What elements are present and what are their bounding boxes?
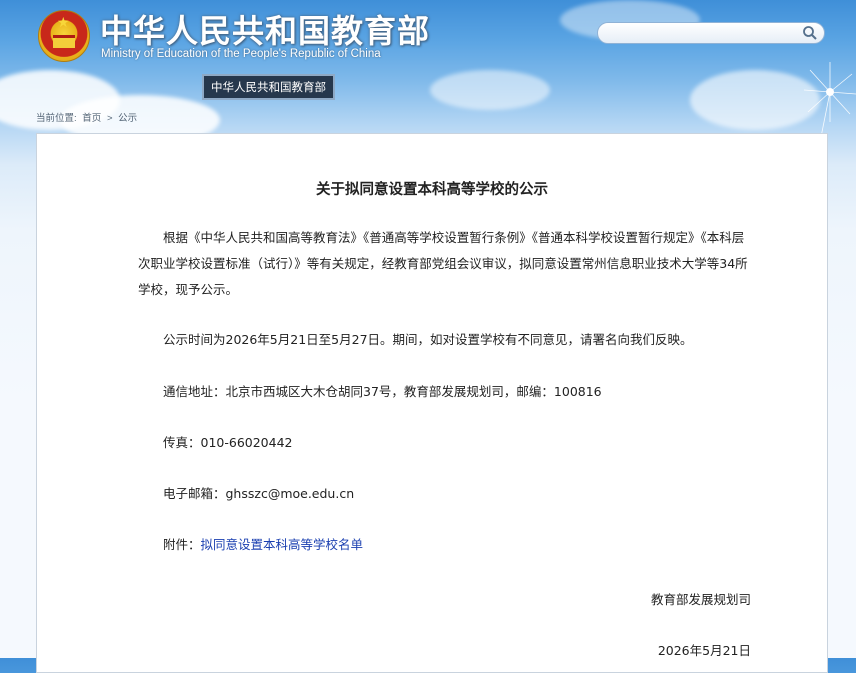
article-signature: 教育部发展规划司 <box>650 592 751 607</box>
article-intro: 根据《中华人民共和国高等教育法》《普通高等学校设置暂行条例》《普通本科学校设置暂… <box>138 230 748 297</box>
site-subtitle: Ministry of Education of the People's Re… <box>101 48 381 60</box>
attachment-label: 附件： <box>138 537 201 552</box>
breadcrumb: 当前位置: 首页 > 公示 <box>36 110 140 124</box>
article-period: 公示时间为2026年5月21日至5月27日。期间，如对设置学校有不同意见，请署名… <box>138 332 693 347</box>
attachment-link[interactable]: 拟同意设置本科高等学校名单 <box>201 537 364 552</box>
article-address: 通信地址：北京市西城区大木仓胡同37号，教育部发展规划司，邮编：100816 <box>138 384 602 399</box>
national-emblem-icon: ★ <box>38 10 90 62</box>
breadcrumb-prefix: 当前位置: <box>36 113 77 124</box>
site-header: ★ 中华人民共和国教育部 Ministry of Education of th… <box>0 0 856 150</box>
site-title[interactable]: 中华人民共和国教育部 <box>100 6 430 52</box>
search-input[interactable] <box>608 25 802 43</box>
breadcrumb-separator: > <box>106 113 113 124</box>
article-attachment: 附件：拟同意设置本科高等学校名单 <box>138 532 752 558</box>
article-panel: 关于拟同意设置本科高等学校的公示 根据《中华人民共和国高等教育法》《普通高等学校… <box>36 133 828 673</box>
search-icon[interactable] <box>802 25 818 41</box>
article-fax: 传真：010-66020442 <box>138 435 293 450</box>
breadcrumb-item-home[interactable]: 首页 <box>82 113 101 124</box>
breadcrumb-item-notice[interactable]: 公示 <box>118 113 137 124</box>
article-date: 2026年5月21日 <box>657 643 751 658</box>
article-title: 关于拟同意设置本科高等学校的公示 <box>316 182 548 198</box>
site-tag[interactable]: 中华人民共和国教育部 <box>202 74 335 100</box>
dandelion-decoration-icon <box>803 62 856 142</box>
search-box[interactable] <box>597 22 825 44</box>
article-email: 电子邮箱：ghsszc@moe.edu.cn <box>138 486 355 501</box>
